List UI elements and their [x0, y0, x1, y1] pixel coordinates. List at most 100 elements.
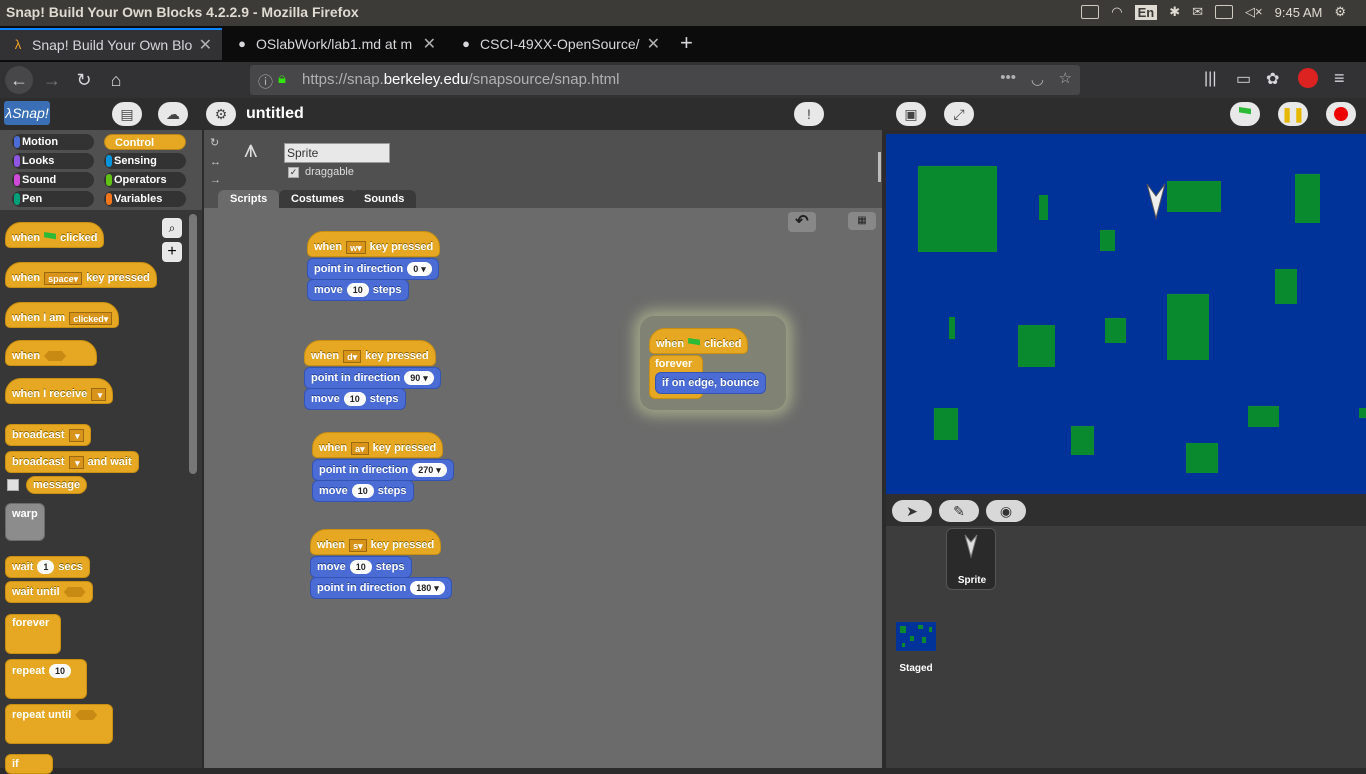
- sprite-bar-scrollbar[interactable]: [878, 152, 881, 182]
- clock[interactable]: 9:45 AM: [1275, 5, 1323, 20]
- forward-button[interactable]: →: [38, 66, 66, 94]
- snap-logo[interactable]: λSnap!: [4, 101, 50, 125]
- palette-scrollbar[interactable]: [189, 214, 197, 474]
- sidebar-icon[interactable]: ▭: [1236, 69, 1251, 89]
- page-actions-icon[interactable]: •••: [1000, 69, 1016, 86]
- block-wait-until[interactable]: wait until: [5, 581, 93, 603]
- message-checkbox[interactable]: [7, 479, 19, 491]
- script-a-hat[interactable]: when a▾ key pressed: [312, 432, 444, 458]
- script-d-move[interactable]: move 10 steps: [304, 388, 406, 410]
- block-if[interactable]: if: [5, 754, 53, 774]
- wifi-icon[interactable]: ◠: [1111, 4, 1122, 20]
- tab-sounds[interactable]: Sounds: [352, 190, 417, 208]
- add-turtle-sprite-button[interactable]: ➤: [892, 500, 932, 522]
- new-tab-button[interactable]: +: [680, 30, 693, 56]
- rotate-style-icon[interactable]: ↻: [210, 136, 219, 149]
- url-bar[interactable]: ⓘ 🔒︎ https://snap.berkeley.edu/snapsourc…: [250, 65, 1080, 95]
- close-tab-icon[interactable]: ✕: [423, 34, 436, 54]
- bluetooth-icon[interactable]: ✱: [1169, 4, 1180, 20]
- script-flag-hat[interactable]: when clicked: [649, 328, 749, 354]
- file-menu-button[interactable]: ▤: [112, 102, 142, 126]
- script-w-point[interactable]: point in direction 0 ▾: [307, 258, 439, 280]
- keyboard-entry-icon[interactable]: ▦: [848, 212, 876, 230]
- reporter-message[interactable]: message: [26, 476, 88, 494]
- tab-github-lab1[interactable]: ● OSlabWork/lab1.md at m ✕: [224, 28, 446, 60]
- category-motion[interactable]: Motion: [12, 134, 94, 150]
- tab-costumes[interactable]: Costumes: [279, 190, 357, 208]
- settings-button[interactable]: ⚙: [206, 102, 236, 126]
- script-d-hat[interactable]: when d▾ key pressed: [304, 340, 436, 366]
- drive-icon[interactable]: [1081, 5, 1100, 19]
- stage-size-button[interactable]: ▣: [896, 102, 926, 126]
- tab-snap[interactable]: λ Snap! Build Your Own Blo ✕: [0, 28, 222, 60]
- mail-icon[interactable]: ✉: [1192, 4, 1203, 20]
- bookmark-star-icon[interactable]: ☆: [1059, 69, 1072, 87]
- pause-button[interactable]: ❚❚: [1278, 102, 1308, 126]
- script-s-hat[interactable]: when s▾ key pressed: [310, 529, 442, 555]
- close-tab-icon[interactable]: ✕: [199, 35, 212, 55]
- block-when-i-receive[interactable]: when I receive ▾: [5, 378, 114, 404]
- flip-style-icon[interactable]: ↔: [210, 156, 221, 168]
- back-button[interactable]: ←: [5, 66, 33, 94]
- category-variables[interactable]: Variables: [104, 191, 186, 207]
- category-sound[interactable]: Sound: [12, 172, 94, 188]
- block-repeat[interactable]: repeat 10: [5, 659, 87, 699]
- stage[interactable]: [886, 134, 1366, 494]
- tab-scripts[interactable]: Scripts: [218, 190, 280, 208]
- script-w-hat[interactable]: when w▾ key pressed: [307, 231, 441, 257]
- category-sensing[interactable]: Sensing: [104, 153, 186, 169]
- block-broadcast[interactable]: broadcast ▾: [5, 424, 91, 446]
- block-wait-secs[interactable]: wait 1 secs: [5, 556, 90, 578]
- extension-red-icon[interactable]: [1298, 68, 1318, 88]
- script-w-move[interactable]: move 10 steps: [307, 279, 409, 301]
- block-broadcast-and-wait[interactable]: broadcast ▾ and wait: [5, 451, 139, 473]
- pocket-icon[interactable]: ◡: [1031, 70, 1044, 88]
- undo-icon[interactable]: ↶: [788, 212, 816, 232]
- info-icon[interactable]: ⓘ: [258, 71, 273, 92]
- extension-icon[interactable]: ✿: [1266, 69, 1279, 89]
- green-flag-button[interactable]: [1230, 102, 1260, 126]
- block-warp[interactable]: warp: [5, 503, 45, 541]
- home-button[interactable]: ⌂: [102, 66, 130, 94]
- presentation-mode-button[interactable]: ⤢: [944, 102, 974, 126]
- search-blocks-icon[interactable]: ⌕: [162, 218, 182, 238]
- no-rotate-icon[interactable]: →: [210, 174, 221, 186]
- make-block-icon[interactable]: +: [162, 242, 182, 262]
- script-a-point[interactable]: point in direction 270 ▾: [312, 459, 454, 481]
- stop-button[interactable]: [1326, 102, 1356, 126]
- script-s-point[interactable]: point in direction 180 ▾: [310, 577, 452, 599]
- battery-icon[interactable]: [1215, 5, 1234, 19]
- draggable-checkbox[interactable]: ✓: [288, 166, 299, 178]
- unused-blocks-button[interactable]: !: [794, 102, 824, 126]
- cloud-menu-button[interactable]: ☁: [158, 102, 188, 126]
- close-tab-icon[interactable]: ✕: [647, 34, 660, 54]
- script-bounce[interactable]: if on edge, bounce: [655, 372, 767, 394]
- draggable-toggle[interactable]: ✓ draggable: [288, 166, 354, 178]
- block-when-condition[interactable]: when: [5, 340, 98, 366]
- category-pen[interactable]: Pen: [12, 191, 94, 207]
- corral-sprite-item[interactable]: Sprite: [946, 528, 996, 590]
- reload-button[interactable]: ↻: [70, 66, 98, 94]
- block-when-key-pressed[interactable]: when space▾ key pressed: [5, 262, 157, 288]
- script-d-point[interactable]: point in direction 90 ▾: [304, 367, 441, 389]
- script-a-move[interactable]: move 10 steps: [312, 480, 414, 502]
- block-when-flag-clicked[interactable]: when clicked: [5, 222, 105, 248]
- block-forever[interactable]: forever: [5, 614, 61, 654]
- volume-icon[interactable]: ◁×: [1245, 4, 1263, 20]
- tab-github-csci[interactable]: ● CSCI-49XX-OpenSource/ ✕: [448, 28, 670, 60]
- sprite-name-input[interactable]: Sprite: [284, 143, 390, 163]
- power-icon[interactable]: ⚙: [1334, 4, 1346, 20]
- paint-new-sprite-button[interactable]: ✎: [939, 500, 979, 522]
- block-when-i-am[interactable]: when I am clicked▾: [5, 302, 120, 328]
- library-icon[interactable]: |||: [1204, 70, 1216, 88]
- block-repeat-until[interactable]: repeat until: [5, 704, 113, 744]
- category-control[interactable]: Control: [104, 134, 186, 150]
- script-s-move[interactable]: move 10 steps: [310, 556, 412, 578]
- keyboard-lang[interactable]: En: [1134, 4, 1158, 20]
- camera-sprite-button[interactable]: ◉: [986, 500, 1026, 522]
- menu-icon[interactable]: ≡: [1334, 68, 1345, 89]
- stage-thumbnail[interactable]: [896, 622, 936, 651]
- scripts-area[interactable]: ↶ ▦: [204, 208, 882, 768]
- sprite-arrow-icon[interactable]: [1146, 182, 1166, 220]
- category-looks[interactable]: Looks: [12, 153, 94, 169]
